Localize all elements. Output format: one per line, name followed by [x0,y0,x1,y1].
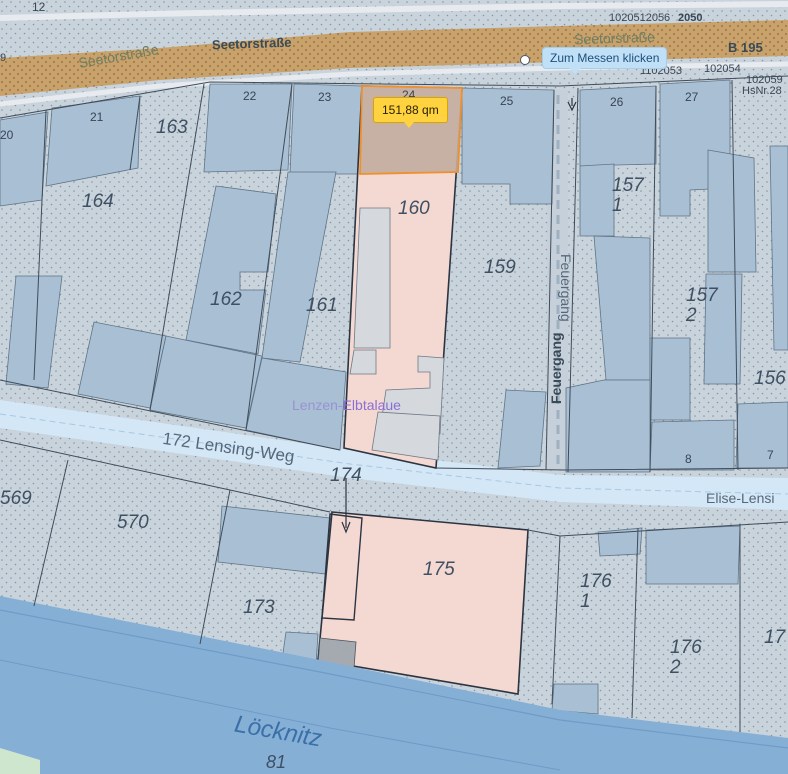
parcel-number-176-1: 176 1 [580,571,612,612]
parcel-number-159: 159 [484,257,516,278]
cadastral-id-102054: 102054 [704,63,741,75]
street-label-feuergang-vertical: Feuergang [558,254,574,322]
cadastral-id-2050: 2050 [678,12,703,24]
house-number-12: 12 [32,0,46,14]
house-number-27: 27 [685,90,699,104]
parcel-number-157-1: 157 1 [612,175,644,216]
parcel-number-570: 570 [117,512,149,533]
parcel-number-156: 156 [754,368,786,389]
measurement-label: 151,88 qm [373,97,448,128]
street-label-elise-lensing: Elise-Lensi [706,490,775,506]
house-number-26: 26 [610,95,624,109]
area-label-part-lenzen: Lenzen- [292,397,343,413]
cadastral-id-102059: 102059 [746,74,783,86]
parcel-number-17: 17 [764,627,786,648]
parcel-number-174: 174 [330,465,362,486]
parcel-number-160: 160 [398,198,430,219]
parcel-number-164: 164 [82,191,114,212]
house-number-22: 22 [243,89,257,103]
parcel-number-163: 163 [156,117,188,138]
edge-number-9: 9 [0,52,7,64]
cadastral-id-1020512056: 1020512056 [609,12,671,24]
area-label-part-elbtalaue: Elbtalaue [342,397,401,413]
house-number-21: 21 [90,110,104,124]
parcel-number-173: 173 [243,597,275,618]
water-number-81: 81 [266,752,287,772]
parcel-number-157-2: 157 2 [686,285,718,326]
parcel-number-175: 175 [423,559,455,580]
measure-cursor-point [520,55,530,65]
cadastral-map[interactable]: Seetorstraße Seetorstraße Seetorstraße B… [0,0,788,774]
area-label-lenzen-elbtalaue: Lenzen-Elbtalaue [292,397,401,413]
house-number-25: 25 [500,94,514,108]
street-label-feuergang: Feuergang [548,332,564,404]
house-number-hsnr-28: HsNr.28 [742,85,782,97]
parcel-number-176-2: 176 2 [670,637,702,678]
measure-tooltip: Zum Messen klicken [543,48,667,74]
parcel-number-162: 162 [210,289,242,310]
street-label-b195: B 195 [728,40,763,55]
parcel-number-569: 569 [0,488,32,509]
house-number-7: 7 [767,448,774,462]
street-label-seetorstrasse: Seetorstraße [211,34,292,53]
street-label-seetorstrasse-right: Seetorstraße [573,28,656,48]
parcel-number-161: 161 [306,295,338,316]
house-number-8: 8 [685,452,692,466]
house-number-23: 23 [318,90,332,104]
house-number-20: 20 [0,128,14,142]
